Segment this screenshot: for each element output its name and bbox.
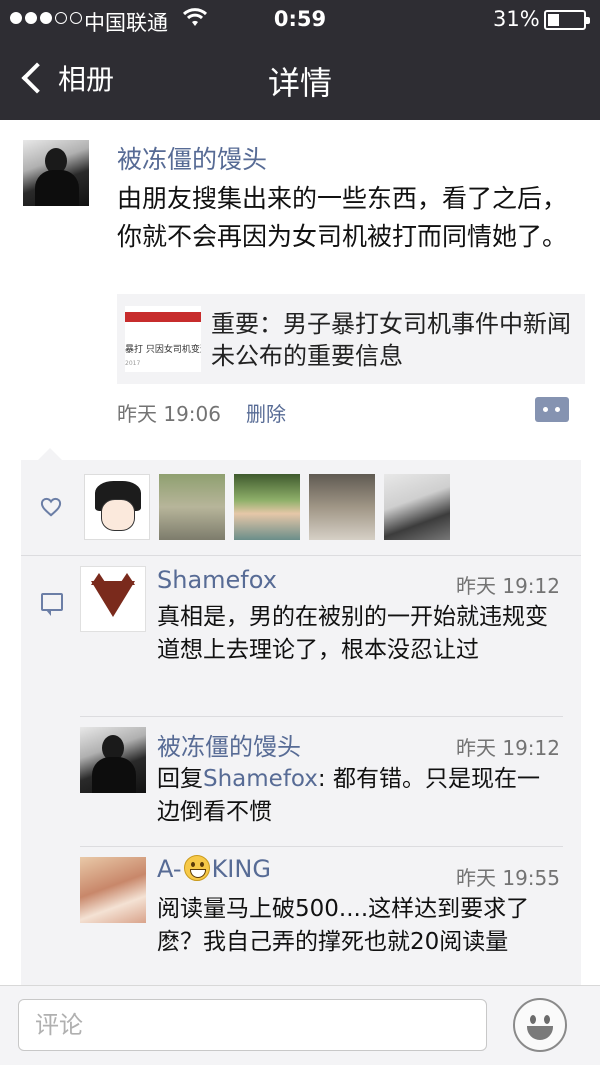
- link-title: 重要：男子暴打女司机事件中新闻未公布的重要信息: [211, 310, 571, 370]
- panel-pointer: [38, 448, 62, 460]
- post-timestamp: 昨天 19:06: [117, 402, 221, 426]
- commenter-avatar[interactable]: [80, 566, 146, 632]
- top-bar: 中国联通 0:59 31% 相册 详情: [0, 0, 600, 120]
- liker-avatar[interactable]: [84, 474, 150, 540]
- author-avatar[interactable]: [23, 140, 89, 206]
- comment-author[interactable]: Shamefox: [157, 566, 277, 594]
- comment-timestamp: 昨天 19:12: [456, 736, 560, 760]
- status-bar: 中国联通 0:59 31%: [0, 0, 600, 38]
- comment-timestamp: 昨天 19:12: [456, 574, 560, 598]
- author-name-suffix: KING: [211, 855, 271, 883]
- comment-bar: [0, 985, 600, 1065]
- thumbnail-year: 2017: [125, 360, 141, 367]
- emoji-icon[interactable]: [513, 998, 567, 1052]
- thumbnail-text: 暴打 只因女司机变道: [125, 345, 201, 355]
- more-icon[interactable]: [535, 397, 569, 422]
- comment-icon: [41, 593, 63, 616]
- liker-avatar[interactable]: [384, 474, 450, 540]
- post-author-name[interactable]: 被冻僵的馒头: [117, 140, 267, 176]
- divider: [80, 846, 563, 847]
- heart-icon: [40, 497, 62, 517]
- battery-percent: 31%: [493, 7, 540, 31]
- reply-target[interactable]: Shamefox: [203, 766, 318, 792]
- battery-icon: [544, 10, 590, 30]
- reply-prefix: 回复: [157, 766, 203, 792]
- commenter-avatar[interactable]: [80, 857, 146, 923]
- link-thumbnail: 暴打 只因女司机变道 2017: [125, 306, 201, 372]
- comment-timestamp: 昨天 19:55: [456, 866, 560, 890]
- delete-button[interactable]: 删除: [246, 398, 286, 427]
- author-name-prefix: A-: [157, 855, 182, 883]
- comment-text: 阅读量马上破500....这样达到要求了麽？我自己弄的撑死也就20阅读量: [157, 896, 530, 955]
- divider: [21, 555, 581, 556]
- grin-emoji-icon: [183, 855, 210, 881]
- comment-author[interactable]: 被冻僵的馒头: [157, 727, 301, 762]
- divider: [80, 716, 563, 717]
- comment-input[interactable]: [18, 999, 487, 1051]
- likes-list: [84, 474, 450, 540]
- comment-text: 回复Shamefox: 都有错。只是现在一边倒看不惯: [157, 763, 557, 829]
- page-title: 详情: [267, 64, 332, 102]
- liker-avatar[interactable]: [234, 474, 300, 540]
- post-text: 由朋友搜集出来的一些东西，看了之后，你就不会再因为女司机被打而同情她了。: [117, 184, 568, 251]
- comment-text: 真相是，男的在被别的一开始就违规变道想上去理论了，根本没忍让过: [157, 604, 548, 663]
- commenter-avatar[interactable]: [80, 727, 146, 793]
- liker-avatar[interactable]: [309, 474, 375, 540]
- liker-avatar[interactable]: [159, 474, 225, 540]
- comment-author[interactable]: A- KING: [157, 855, 271, 883]
- shared-link-card[interactable]: 暴打 只因女司机变道 2017 重要：男子暴打女司机事件中新闻未公布的重要信息: [117, 294, 585, 384]
